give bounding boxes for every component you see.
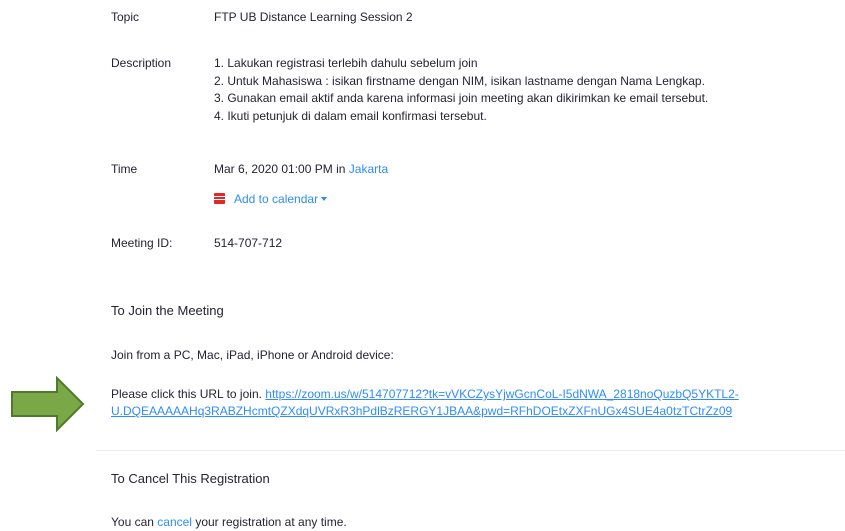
join-devices-text: Join from a PC, Mac, iPad, iPhone or And… <box>111 348 394 362</box>
meeting-id-label: Meeting ID: <box>111 236 173 250</box>
description-line: 2. Untuk Mahasiswa : isikan firstname de… <box>214 73 705 88</box>
add-to-calendar-link[interactable]: Add to calendar <box>234 192 318 206</box>
add-to-calendar-dropdown[interactable]: Add to calendar <box>214 192 328 206</box>
cancel-text: You can cancel your registration at any … <box>111 515 347 529</box>
cancel-section-title: To Cancel This Registration <box>111 471 270 486</box>
cancel-link[interactable]: cancel <box>157 515 192 529</box>
join-url-paragraph: Please click this URL to join. https://z… <box>111 386 739 420</box>
cancel-text-prefix: You can <box>111 515 154 529</box>
arrow-right-icon <box>11 376 85 432</box>
calendar-icon <box>214 193 225 204</box>
description-line: 1. Lakukan registrasi terlebih dahulu se… <box>214 56 478 70</box>
description-label: Description <box>111 56 172 70</box>
join-url-link-line2[interactable]: U.DQEAAAAAHq3RABZHcmtQZXdqUVRxR3hPdlBzRE… <box>111 404 732 418</box>
time-label: Time <box>111 162 138 176</box>
cancel-text-suffix: your registration at any time. <box>195 515 347 529</box>
timezone-link[interactable]: Jakarta <box>349 162 388 176</box>
chevron-down-icon <box>321 197 328 201</box>
description-text: 1. Lakukan registrasi terlebih dahulu se… <box>214 55 708 125</box>
time-text: Mar 6, 2020 01:00 PM in <box>214 162 346 176</box>
meeting-id-value: 514-707-712 <box>214 236 283 250</box>
topic-value: FTP UB Distance Learning Session 2 <box>214 10 413 24</box>
time-value: Mar 6, 2020 01:00 PM in Jakarta <box>214 162 388 176</box>
topic-label: Topic <box>111 10 140 24</box>
join-url-prefix: Please click this URL to join. <box>111 387 262 401</box>
description-line: 4. Ikuti petunjuk di dalam email konfirm… <box>214 108 487 123</box>
join-section-title: To Join the Meeting <box>111 303 224 318</box>
description-line: 3. Gunakan email aktif anda karena infor… <box>214 91 709 105</box>
join-url-link-line1[interactable]: https://zoom.us/w/514707712?tk=vVKCZysYj… <box>265 387 738 401</box>
divider <box>96 450 845 451</box>
